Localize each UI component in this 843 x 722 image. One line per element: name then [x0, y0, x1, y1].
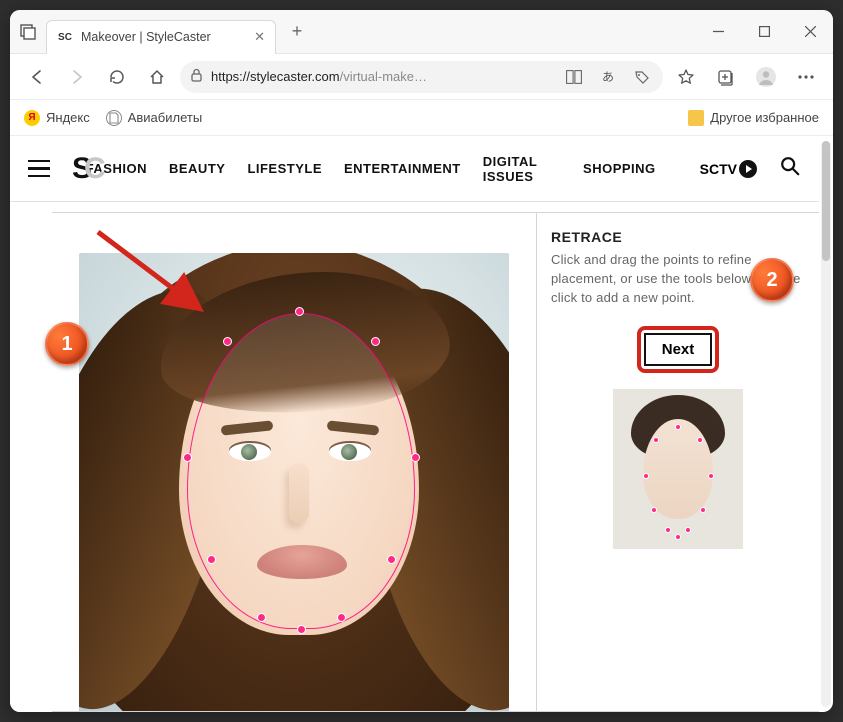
minimize-icon	[713, 26, 724, 37]
nav-lifestyle[interactable]: LIFESTYLE	[247, 161, 322, 176]
vertical-scrollbar[interactable]	[821, 141, 831, 707]
trace-point[interactable]	[295, 307, 304, 316]
next-button-highlight: Next	[637, 326, 720, 373]
profile-button[interactable]	[749, 60, 783, 94]
nav-beauty[interactable]: BEAUTY	[169, 161, 225, 176]
more-icon	[797, 68, 815, 86]
url-text: https://stylecaster.com/virtual-make…	[211, 69, 553, 84]
yandex-icon: Я	[24, 110, 40, 126]
trace-point[interactable]	[207, 555, 216, 564]
reload-button[interactable]	[100, 60, 134, 94]
favorite-button[interactable]	[669, 60, 703, 94]
annotation-callout-2: 2	[750, 258, 794, 302]
bookmark-label: Другое избранное	[710, 110, 819, 125]
nav-entertainment[interactable]: ENTERTAINMENT	[344, 161, 461, 176]
home-button[interactable]	[140, 60, 174, 94]
star-icon	[677, 68, 695, 86]
page-icon	[106, 110, 122, 126]
trace-point[interactable]	[387, 555, 396, 564]
window-minimize-button[interactable]	[695, 10, 741, 54]
browser-tab[interactable]: SC Makeover | StyleCaster ✕	[46, 20, 276, 54]
shopping-button[interactable]	[629, 64, 655, 90]
bookmark-avia[interactable]: Авиабилеты	[106, 110, 202, 126]
bookmark-other-folder[interactable]: Другое избранное	[688, 110, 819, 126]
app-menu-button[interactable]	[789, 60, 823, 94]
sctv-label: SCTV	[700, 161, 737, 177]
reader-icon	[566, 70, 582, 84]
collections-button[interactable]	[709, 60, 743, 94]
search-icon	[779, 155, 801, 177]
new-tab-button[interactable]: +	[282, 21, 312, 42]
trace-point[interactable]	[411, 453, 420, 462]
site-menu-button[interactable]	[28, 160, 50, 178]
window-titlebar: SC Makeover | StyleCaster ✕ +	[10, 10, 833, 54]
trace-point[interactable]	[337, 613, 346, 622]
viewport: SC FASHION BEAUTY LIFESTYLE ENTERTAINMEN…	[10, 136, 833, 712]
price-tag-icon	[634, 70, 650, 84]
nav-shopping[interactable]: SHOPPING	[583, 161, 656, 176]
home-icon	[148, 68, 166, 86]
page-body: SC FASHION BEAUTY LIFESTYLE ENTERTAINMEN…	[10, 136, 819, 712]
window-close-button[interactable]	[787, 10, 833, 54]
site-header: SC FASHION BEAUTY LIFESTYLE ENTERTAINMEN…	[10, 136, 819, 202]
trace-point[interactable]	[257, 613, 266, 622]
tab-title: Makeover | StyleCaster	[81, 30, 211, 44]
example-face-thumbnail	[613, 389, 743, 549]
browser-toolbar: https://stylecaster.com/virtual-make… あ	[10, 54, 833, 100]
address-bar[interactable]: https://stylecaster.com/virtual-make… あ	[180, 61, 663, 93]
tabs-icon	[20, 24, 36, 40]
tab-close-icon[interactable]: ✕	[254, 29, 265, 45]
bookmark-yandex[interactable]: Я Яндекс	[24, 110, 90, 126]
arrow-left-icon	[28, 68, 46, 86]
bookmark-label: Яндекс	[46, 110, 90, 125]
bookmark-label: Авиабилеты	[128, 110, 202, 125]
maximize-icon	[759, 26, 770, 37]
collections-icon	[717, 68, 735, 86]
tab-favicon: SC	[57, 29, 73, 45]
nav-sctv[interactable]: SCTV	[700, 160, 757, 178]
reload-icon	[108, 68, 126, 86]
reader-mode-button[interactable]	[561, 64, 587, 90]
play-icon	[739, 160, 757, 178]
trace-point[interactable]	[297, 625, 306, 634]
panel-title: RETRACE	[551, 229, 805, 245]
nav-digital-issues[interactable]: DIGITAL ISSUES	[483, 154, 561, 184]
user-avatar-icon	[755, 66, 777, 88]
scrollbar-thumb[interactable]	[822, 141, 830, 261]
nav-forward-button[interactable]	[60, 60, 94, 94]
next-button[interactable]: Next	[644, 333, 713, 366]
trace-point[interactable]	[183, 453, 192, 462]
close-icon	[805, 26, 816, 37]
site-logo[interactable]: SC	[72, 152, 104, 186]
annotation-callout-1: 1	[45, 322, 89, 366]
nav-back-button[interactable]	[20, 60, 54, 94]
lock-icon	[190, 68, 203, 85]
arrow-right-icon	[68, 68, 86, 86]
translate-button[interactable]: あ	[595, 64, 621, 90]
folder-icon	[688, 110, 704, 126]
site-search-button[interactable]	[779, 155, 801, 182]
window-maximize-button[interactable]	[741, 10, 787, 54]
tab-overview-button[interactable]	[10, 24, 46, 40]
bookmarks-bar: Я Яндекс Авиабилеты Другое избранное	[10, 100, 833, 136]
annotation-arrow	[92, 226, 212, 322]
trace-point[interactable]	[371, 337, 380, 346]
trace-point[interactable]	[223, 337, 232, 346]
